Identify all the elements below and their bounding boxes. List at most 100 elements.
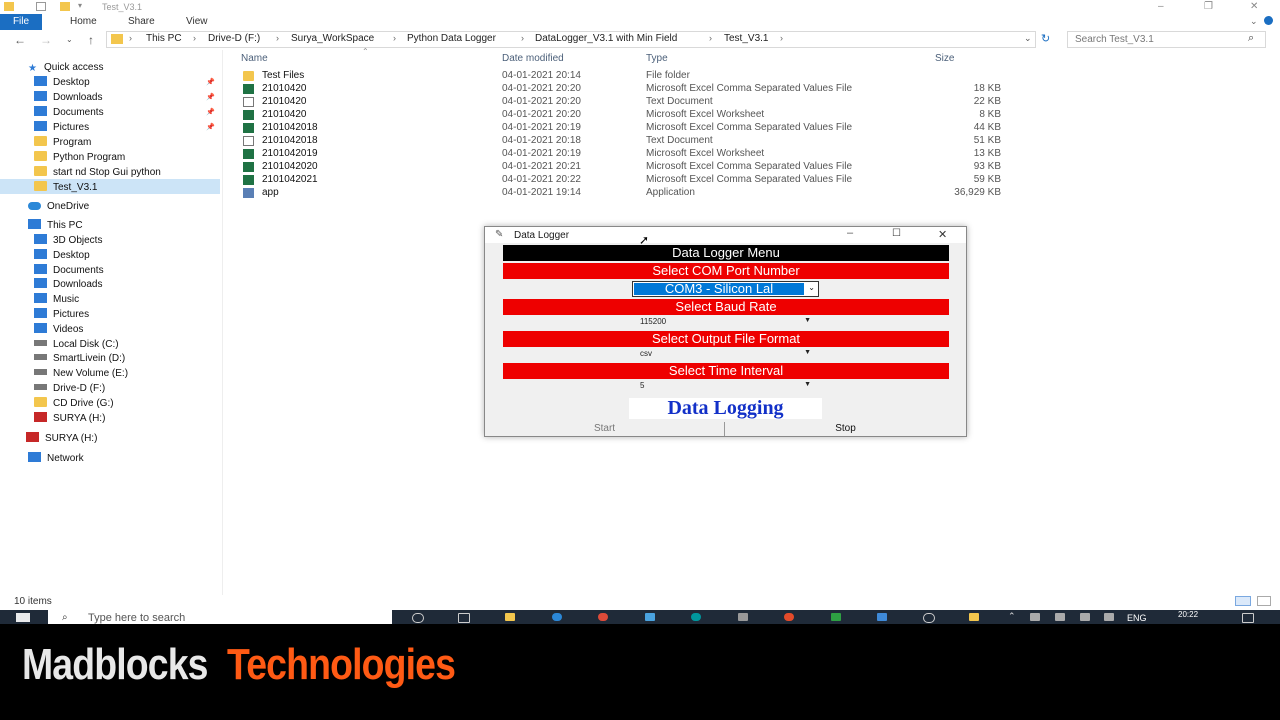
tray-icon[interactable] (1030, 613, 1040, 621)
battery-icon[interactable] (1055, 613, 1065, 621)
notification-icon[interactable] (1242, 613, 1254, 623)
file-row[interactable]: 21010420 04-01-2021 20:20 Microsoft Excel … (0, 109, 1010, 122)
search-input[interactable]: Search Test_V3.1 (1067, 31, 1266, 48)
up-icon[interactable]: ↑ (88, 31, 94, 49)
cortana-icon[interactable] (412, 613, 424, 623)
network-icon[interactable] (1080, 613, 1090, 621)
address-dropdown-icon[interactable]: ⌄ (1024, 33, 1032, 44)
close-icon[interactable]: ✕ (1250, 1, 1258, 12)
tab-home[interactable]: Home (70, 14, 97, 30)
nav-pc-item[interactable]: Documents (0, 263, 220, 278)
nav-item-label: SmartLivein (D:) (53, 353, 126, 365)
file-explorer-icon[interactable] (505, 613, 515, 621)
taskbar-search-input[interactable]: ⌕ Type here to search (48, 610, 392, 624)
breadcrumb-drive-f[interactable]: Drive-D (F:) (208, 33, 260, 44)
nav-pc-item[interactable]: Downloads (0, 277, 220, 292)
time-interval-select[interactable]: 5 ▼ (640, 381, 817, 393)
chevron-up-icon[interactable]: ⌃ (1008, 611, 1016, 622)
start-button[interactable]: Start (485, 422, 725, 436)
new-folder-icon[interactable] (60, 2, 70, 11)
breadcrumb-this-pc[interactable]: This PC (146, 33, 182, 44)
file-row[interactable]: 2101042021 04-01-2021 20:22 Microsoft Exce… (0, 174, 1010, 187)
tab-share[interactable]: Share (128, 14, 155, 30)
file-row[interactable]: 2101042018 04-01-2021 20:18 Text Document 5… (0, 135, 1010, 148)
breadcrumb-test-v31[interactable]: Test_V3.1 (724, 33, 768, 44)
clock-time[interactable]: 20:22 (1178, 610, 1198, 619)
dialog-maximize-icon[interactable]: ☐ (892, 228, 901, 239)
file-type: Microsoft Excel Comma Separated Values F… (646, 83, 853, 94)
dialog-minimize-icon[interactable]: – (847, 227, 853, 239)
volume-icon[interactable] (1104, 613, 1114, 621)
file-row[interactable]: 2101042019 04-01-2021 20:19 Microsoft Exce… (0, 148, 1010, 161)
file-row[interactable]: 21010420 04-01-2021 20:20 Text Document 22 … (0, 96, 1010, 109)
nav-item-label: Desktop (53, 249, 90, 261)
minimize-icon[interactable]: – (1158, 1, 1164, 12)
help-icon[interactable] (1264, 16, 1273, 25)
refresh-icon[interactable]: ↻ (1041, 32, 1050, 45)
quick-access-dropdown-icon[interactable]: ▾ (78, 1, 82, 10)
app-icon[interactable] (831, 613, 841, 621)
nav-pc-item[interactable]: Local Disk (C:) (0, 337, 220, 352)
windows-start-icon[interactable] (16, 613, 30, 622)
breadcrumb-workspace[interactable]: Surya_WorkSpace (291, 33, 374, 44)
recent-dropdown-icon[interactable]: ⌄ (66, 31, 73, 49)
breadcrumb-datalogger-v31[interactable]: DataLogger_V3.1 with Min Field (535, 33, 677, 44)
python-icon[interactable] (877, 613, 887, 621)
expand-ribbon-icon[interactable]: ⌄ (1250, 16, 1258, 27)
file-size: 8 KB (979, 109, 1001, 120)
file-row[interactable]: 2101042018 04-01-2021 20:19 Microsoft Exce… (0, 122, 1010, 135)
app-icon[interactable] (923, 613, 935, 623)
file-date: 04-01-2021 20:20 (502, 96, 581, 107)
txt-file-icon (243, 136, 254, 146)
details-view-icon[interactable] (1235, 596, 1251, 606)
chrome-icon[interactable] (598, 613, 608, 621)
restore-icon[interactable]: ❐ (1204, 1, 1213, 12)
back-icon[interactable]: ← (14, 31, 26, 49)
file-row[interactable]: 2101042020 04-01-2021 20:21 Microsoft Exce… (0, 161, 1010, 174)
file-row[interactable]: 21010420 04-01-2021 20:20 Microsoft Excel … (0, 83, 1010, 96)
tab-file[interactable]: File (0, 14, 42, 30)
nav-pc-item[interactable]: New Volume (E:) (0, 366, 220, 381)
computer-icon (28, 219, 41, 229)
column-header-date[interactable]: Date modified (502, 53, 564, 64)
edge-icon[interactable] (552, 613, 562, 621)
language-indicator[interactable]: ENG (1127, 613, 1147, 623)
output-format-select[interactable]: csv ▼ (640, 349, 817, 361)
nav-surya-h[interactable]: SURYA (H:) (26, 431, 97, 446)
mail-icon[interactable] (645, 613, 655, 621)
large-icons-view-icon[interactable] (1257, 596, 1271, 606)
column-header-size[interactable]: Size (935, 53, 954, 64)
column-header-type[interactable]: Type (646, 53, 668, 64)
com-port-select[interactable]: COM3 - Silicon Lal ⌄ (632, 281, 819, 297)
nav-pc-item[interactable]: Drive-D (F:) (0, 381, 220, 396)
properties-icon[interactable] (36, 2, 46, 11)
nav-onedrive[interactable]: OneDrive (28, 199, 89, 214)
baud-rate-select[interactable]: 115200 ▼ (640, 317, 817, 329)
store-icon[interactable] (738, 613, 748, 621)
folder-icon (4, 2, 14, 11)
nav-pc-item[interactable]: SmartLivein (D:) (0, 351, 220, 366)
nav-pc-item[interactable]: CD Drive (G:) (0, 396, 220, 411)
tab-view[interactable]: View (186, 14, 208, 30)
forward-icon[interactable]: → (40, 31, 52, 49)
nav-pc-item[interactable]: SURYA (H:) (0, 411, 220, 426)
nav-pc-item[interactable]: 3D Objects (0, 233, 220, 248)
folder-icon[interactable] (969, 613, 979, 621)
app-icon[interactable] (784, 613, 794, 621)
nav-network[interactable]: Network (28, 451, 84, 466)
nav-pc-item[interactable]: Pictures (0, 307, 220, 322)
nav-pc-item[interactable]: Desktop (0, 248, 220, 263)
nav-pc-item[interactable]: Music (0, 292, 220, 307)
drive-icon (34, 339, 47, 346)
task-view-icon[interactable] (458, 613, 470, 623)
dialog-close-icon[interactable]: ✕ (938, 228, 947, 241)
nav-pc-item[interactable]: Videos (0, 322, 220, 337)
arduino-icon[interactable] (691, 613, 701, 621)
breadcrumb-python-data-logger[interactable]: Python Data Logger (407, 33, 496, 44)
nav-this-pc[interactable]: This PC (28, 218, 83, 233)
file-row[interactable]: Test Files 04-01-2021 20:14 File folder (0, 70, 1010, 83)
stop-button[interactable]: Stop (725, 422, 966, 436)
file-row[interactable]: app 04-01-2021 19:14 Application 36,929 KB (0, 187, 1010, 200)
column-header-name[interactable]: Name (241, 53, 268, 64)
file-size: 36,929 KB (954, 187, 1001, 198)
